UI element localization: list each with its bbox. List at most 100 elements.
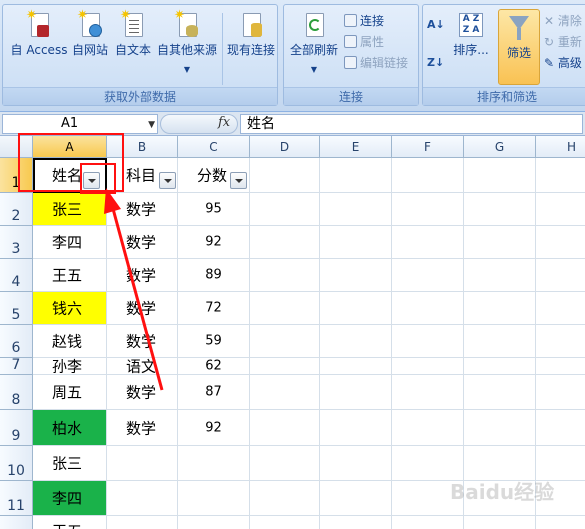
empty-cell[interactable] xyxy=(536,325,585,358)
row-header[interactable]: 6 xyxy=(0,325,33,358)
column-header[interactable]: F xyxy=(392,136,464,158)
reapply-button[interactable]: ↻ 重新 xyxy=(544,32,582,52)
header-cell-name[interactable]: 姓名 xyxy=(33,158,107,193)
filter-dropdown-icon[interactable] xyxy=(83,172,100,189)
from-text-button[interactable]: ✷ 自文本 xyxy=(113,9,153,57)
empty-cell[interactable] xyxy=(536,516,585,529)
filter-dropdown-icon[interactable] xyxy=(159,172,176,189)
sort-ascending-button[interactable]: A↓ xyxy=(427,15,445,35)
subject-cell[interactable]: 数学 xyxy=(107,226,178,259)
row-header[interactable]: 8 xyxy=(0,375,33,410)
empty-cell[interactable] xyxy=(536,292,585,325)
empty-cell[interactable] xyxy=(536,193,585,226)
score-cell[interactable]: 95 xyxy=(178,193,250,226)
select-all-corner[interactable] xyxy=(0,136,33,158)
name-cell[interactable]: 张三 xyxy=(33,446,107,481)
empty-cell[interactable] xyxy=(392,292,464,325)
row-header[interactable]: 5 xyxy=(0,292,33,325)
score-cell[interactable]: 92 xyxy=(178,410,250,446)
empty-cell[interactable] xyxy=(320,158,392,193)
empty-cell[interactable] xyxy=(464,516,536,529)
clear-button[interactable]: ✕ 清除 xyxy=(544,11,582,31)
empty-cell[interactable] xyxy=(33,516,107,529)
row-header[interactable]: 1 xyxy=(0,158,33,193)
empty-cell[interactable] xyxy=(392,158,464,193)
filter-dropdown-icon[interactable] xyxy=(230,172,247,189)
score-cell[interactable]: 89 xyxy=(178,259,250,292)
empty-cell[interactable] xyxy=(178,516,250,529)
empty-cell[interactable] xyxy=(464,358,536,375)
advanced-button[interactable]: ✎ 高级 xyxy=(544,53,582,73)
empty-cell[interactable] xyxy=(392,410,464,446)
empty-cell[interactable] xyxy=(250,516,320,529)
score-cell[interactable]: 92 xyxy=(178,226,250,259)
empty-cell[interactable] xyxy=(392,516,464,529)
column-header[interactable]: C xyxy=(178,136,250,158)
empty-cell[interactable] xyxy=(536,375,585,410)
properties-button[interactable]: 属性 xyxy=(344,32,384,52)
empty-cell[interactable] xyxy=(320,292,392,325)
empty-cell[interactable] xyxy=(464,158,536,193)
name-box[interactable]: A1 ▼ xyxy=(2,114,158,134)
subject-cell[interactable]: 语文 xyxy=(107,358,178,376)
empty-cell[interactable] xyxy=(464,226,536,259)
name-cell[interactable]: 孙李 xyxy=(33,358,107,376)
subject-cell[interactable]: 数学 xyxy=(107,325,178,358)
empty-cell[interactable] xyxy=(392,325,464,358)
subject-cell[interactable]: 数学 xyxy=(107,259,178,292)
empty-cell[interactable] xyxy=(320,410,392,446)
empty-cell[interactable] xyxy=(536,259,585,292)
empty-cell[interactable] xyxy=(392,259,464,292)
from-web-button[interactable]: ✷ 自网站 xyxy=(69,9,111,57)
fx-icon[interactable]: fx xyxy=(218,115,230,130)
from-other-sources-button[interactable]: ✷ 自其他来源 ▼ xyxy=(155,9,219,77)
name-cell[interactable]: 王五 xyxy=(33,259,107,292)
name-cell[interactable]: 钱六 xyxy=(33,292,107,325)
row-header[interactable]: 3 xyxy=(0,226,33,259)
empty-cell[interactable] xyxy=(250,410,320,446)
column-header[interactable]: E xyxy=(320,136,392,158)
score-cell[interactable]: 59 xyxy=(178,325,250,358)
empty-cell[interactable] xyxy=(464,193,536,226)
empty-cell[interactable] xyxy=(392,375,464,410)
column-header[interactable]: G xyxy=(464,136,536,158)
empty-cell[interactable] xyxy=(464,375,536,410)
empty-cell[interactable] xyxy=(320,516,392,529)
formula-input[interactable]: 姓名 xyxy=(240,114,583,134)
row-header[interactable]: 7 xyxy=(0,357,33,375)
empty-cell[interactable] xyxy=(320,193,392,226)
column-header[interactable]: A xyxy=(33,136,107,158)
score-cell[interactable]: 72 xyxy=(178,292,250,325)
subject-cell[interactable] xyxy=(107,481,178,516)
sort-button[interactable]: A ZZ A 排序... xyxy=(451,11,491,57)
name-cell[interactable]: 赵钱 xyxy=(33,325,107,358)
sort-descending-button[interactable]: Z↓ xyxy=(427,53,444,73)
header-cell-subject[interactable]: 科目 xyxy=(107,158,178,193)
score-cell[interactable] xyxy=(178,446,250,481)
name-cell[interactable]: 张三 xyxy=(33,193,107,226)
empty-cell[interactable] xyxy=(320,259,392,292)
row-header[interactable]: 10 xyxy=(0,446,33,481)
name-cell[interactable]: 李四 xyxy=(33,226,107,259)
column-header[interactable]: H xyxy=(536,136,585,158)
empty-cell[interactable] xyxy=(464,259,536,292)
existing-connections-button[interactable]: 现有连接 xyxy=(225,11,277,57)
empty-cell[interactable] xyxy=(250,358,320,375)
from-access-button[interactable]: ✷ 自 Access xyxy=(9,9,69,57)
row-header[interactable]: 2 xyxy=(0,193,33,226)
empty-cell[interactable] xyxy=(250,375,320,410)
subject-cell[interactable] xyxy=(107,446,178,481)
empty-cell[interactable] xyxy=(536,358,585,375)
empty-cell[interactable] xyxy=(250,481,320,516)
subject-cell[interactable]: 数学 xyxy=(107,375,178,410)
chevron-down-icon[interactable]: ▼ xyxy=(148,116,155,134)
refresh-all-button[interactable]: 全部刷新 ▼ xyxy=(288,11,340,77)
row-header[interactable] xyxy=(0,516,33,529)
empty-cell[interactable] xyxy=(320,481,392,516)
empty-cell[interactable] xyxy=(536,410,585,446)
header-cell-score[interactable]: 分数 xyxy=(178,158,250,193)
empty-cell[interactable] xyxy=(464,410,536,446)
row-header[interactable]: 4 xyxy=(0,259,33,292)
empty-cell[interactable] xyxy=(250,226,320,259)
empty-cell[interactable] xyxy=(320,446,392,481)
